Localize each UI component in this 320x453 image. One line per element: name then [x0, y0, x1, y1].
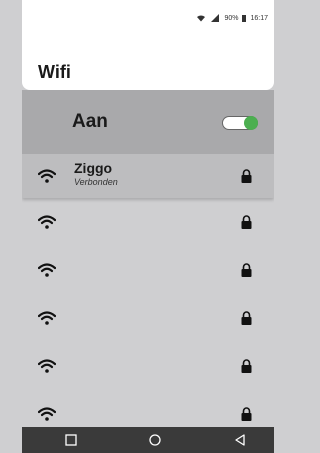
page-title: Wifi: [38, 62, 71, 82]
wifi-icon: [38, 311, 56, 325]
battery-icon: [242, 14, 247, 22]
lock-icon: [241, 407, 252, 421]
wifi-icon: [38, 407, 56, 421]
network-item[interactable]: [22, 294, 274, 342]
network-item[interactable]: [22, 198, 274, 246]
wifi-toggle-row[interactable]: Aan: [22, 90, 274, 154]
wifi-toggle-label: Aan: [72, 111, 108, 132]
network-name: Ziggo: [74, 160, 113, 176]
wifi-icon: [38, 359, 56, 373]
toggle-knob: [244, 116, 258, 130]
lock-icon: [241, 169, 252, 183]
recents-square-icon[interactable]: [65, 434, 77, 446]
network-item[interactable]: [22, 342, 274, 390]
battery-percent: 90%: [224, 14, 239, 22]
network-item-ziggo[interactable]: Ziggo Verbonden: [22, 154, 274, 198]
lock-icon: [241, 311, 252, 325]
clock: 16:17: [250, 14, 268, 22]
network-status: Verbonden: [74, 177, 118, 187]
network-item[interactable]: [22, 246, 274, 294]
lock-icon: [241, 263, 252, 277]
status-bar: 90% 16:17: [22, 0, 274, 36]
wifi-signal-icon: [197, 15, 206, 22]
system-nav-bar: [22, 427, 274, 453]
wifi-icon: [38, 169, 56, 183]
wifi-toggle-switch[interactable]: [222, 116, 258, 130]
app-header: Wifi: [22, 36, 274, 90]
back-triangle-icon[interactable]: [234, 434, 246, 446]
network-list: Ziggo Verbonden: [22, 154, 274, 438]
cell-signal-icon: [211, 14, 220, 22]
wifi-icon: [38, 215, 56, 229]
lock-icon: [241, 215, 252, 229]
phone-screen: 90% 16:17 Wifi Aan Ziggo Verbonden: [22, 0, 274, 453]
wifi-icon: [38, 263, 56, 277]
home-circle-icon[interactable]: [149, 434, 161, 446]
lock-icon: [241, 359, 252, 373]
network-text: Ziggo Verbonden: [74, 160, 118, 188]
